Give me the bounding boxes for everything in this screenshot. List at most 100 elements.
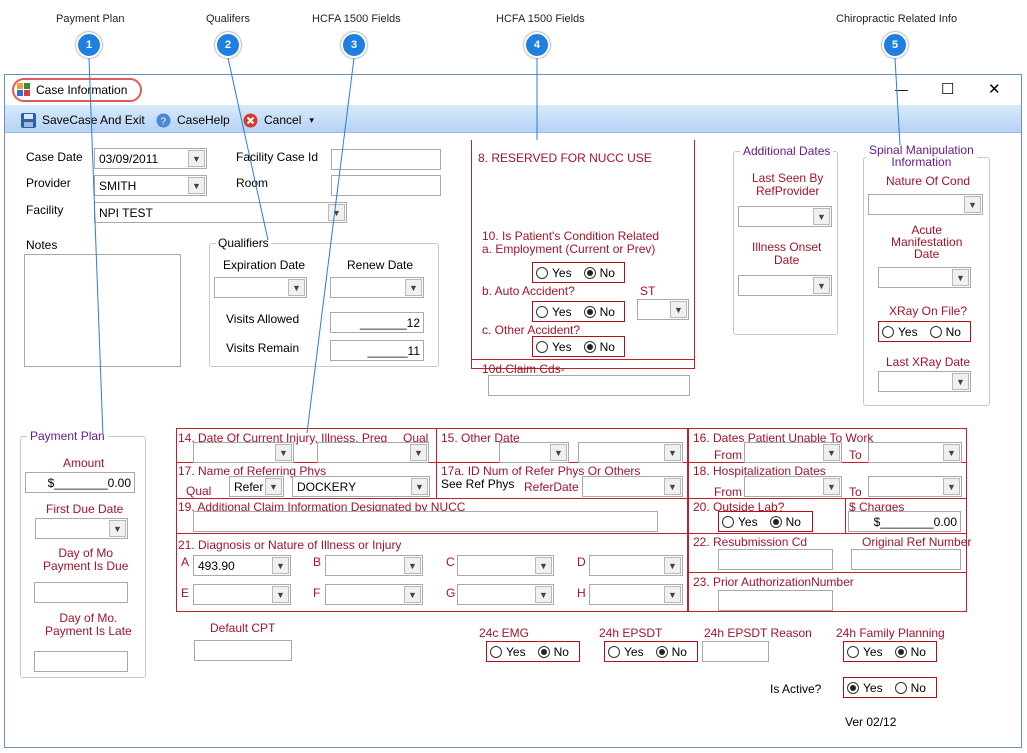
epsdt-yes-no[interactable]: Yes No [604,641,698,662]
day-late-input[interactable] [34,651,128,672]
original-ref-input[interactable] [851,549,961,570]
illness-onset-label: Illness Onset Date [752,240,822,267]
auto-accident-yes-no[interactable]: Yes No [532,301,625,322]
xray-yes-no[interactable]: Yes No [878,321,971,342]
first-due-date-picker[interactable]: ▼ [35,518,128,539]
family-planning-label: 24h Family Planning [836,626,945,640]
toolbar-overflow-icon[interactable]: ▾ [309,115,314,126]
is-active-yes-no[interactable]: Yes No [843,677,937,698]
xray-no-radio[interactable] [929,325,942,338]
f19-input[interactable] [193,511,658,532]
save-case-button[interactable]: SaveCase And Exit [21,111,145,129]
day-due-input[interactable] [34,582,128,603]
auto-yes-radio[interactable] [536,305,548,318]
f16-to-label: To [849,448,862,462]
callout-label-hcfa-3: HCFA 1500 Fields [312,13,401,25]
referring-phys-select[interactable]: DOCKERY ▼ [292,476,430,497]
f14-qual-select[interactable]: ▼ [317,442,429,463]
yes-label: Yes [506,644,526,659]
f18-from-picker[interactable]: ▼ [744,476,842,497]
employment-yes-no[interactable]: Yes No [532,262,625,283]
f23-label: 23. Prior AuthorizationNumber [693,575,854,589]
facility-select[interactable]: NPI TEST ▼ [94,202,347,223]
chevron-down-icon: ▼ [670,301,687,318]
notes-textarea[interactable] [24,254,181,367]
lab-yes-radio[interactable] [722,515,734,528]
default-cpt-input[interactable] [194,640,292,661]
case-date-picker[interactable]: 03/09/2011 ▼ [94,148,207,169]
xray-yes-radio[interactable] [882,325,894,338]
chevron-down-icon: ▼ [664,444,681,461]
state-select[interactable]: ▼ [637,299,689,320]
outside-lab-yes-no[interactable]: Yes No [718,511,813,532]
renew-date-picker[interactable]: ▼ [330,277,424,298]
f18-to-picker[interactable]: ▼ [868,476,962,497]
emg-yes-radio[interactable] [490,645,502,658]
acute-date-picker[interactable]: ▼ [878,267,971,288]
emg-yes-no[interactable]: Yes No [486,641,580,662]
room-input[interactable] [331,175,441,196]
visits-allowed-input[interactable]: _______12 [330,312,424,333]
refer-date-picker[interactable]: ▼ [582,476,683,497]
claim-codes-input[interactable] [488,375,690,396]
diag-a-select[interactable]: 493.90 ▼ [193,555,291,576]
f15-qual-select[interactable]: ▼ [499,442,569,463]
f16-from-picker[interactable]: ▼ [744,442,842,463]
last-seen-picker[interactable]: ▼ [738,206,832,227]
diag-letter-b: B [313,555,322,569]
app-icon [17,83,30,96]
auto-no-radio[interactable] [583,305,596,318]
diag-g-select[interactable]: ▼ [457,584,554,605]
charges-input[interactable]: $________0.00 [848,511,961,532]
family-yes-radio[interactable] [847,645,859,658]
other-yes-radio[interactable] [536,340,548,353]
epsdt-reason-input[interactable] [702,641,769,662]
f15-date-picker[interactable]: ▼ [578,442,683,463]
f17-refer-select[interactable]: Refer ▼ [229,476,284,497]
case-help-button[interactable]: ? CaseHelp [156,111,230,129]
family-planning-yes-no[interactable]: Yes No [843,641,937,662]
maximize-button[interactable]: ☐ [941,80,954,98]
diag-h-select[interactable]: ▼ [589,584,683,605]
expiration-date-picker[interactable]: ▼ [214,277,307,298]
facility-case-id-input[interactable] [331,149,441,170]
provider-select[interactable]: SMITH ▼ [94,175,207,196]
epsdt-yes-radio[interactable] [608,645,620,658]
other-no-radio[interactable] [583,340,596,353]
refer-date-label: ReferDate [524,480,579,494]
diag-b-select[interactable]: ▼ [325,555,423,576]
minimize-button[interactable]: — [895,82,908,97]
epsdt-no-radio[interactable] [655,645,668,658]
illness-onset-picker[interactable]: ▼ [738,275,832,296]
close-button[interactable]: ✕ [988,80,1001,98]
visits-remain-input[interactable]: ______11 [330,340,424,361]
diag-f-select[interactable]: ▼ [325,584,423,605]
divider [436,428,437,499]
diag-c-select[interactable]: ▼ [457,555,554,576]
diag-e-select[interactable]: ▼ [193,584,291,605]
amount-input[interactable]: $________0.00 [25,472,135,493]
nature-cond-select[interactable]: ▼ [868,194,983,215]
no-label: No [599,339,615,354]
cancel-label: Cancel [264,113,302,127]
employment-yes-radio[interactable] [536,266,548,279]
epsdt-reason-label: 24h EPSDT Reason [704,626,812,640]
prior-auth-input[interactable] [718,590,833,611]
employment-no-radio[interactable] [583,266,596,279]
callout-badge-1: 1 [76,32,102,58]
lab-no-radio[interactable] [769,515,782,528]
diag-d-select[interactable]: ▼ [589,555,683,576]
yes-label: Yes [898,324,918,339]
f16-to-picker[interactable]: ▼ [868,442,962,463]
day-due-label: Day of Mo Payment Is Due [43,546,129,573]
active-no-radio[interactable] [894,681,907,694]
last-xray-picker[interactable]: ▼ [878,371,971,392]
cancel-button[interactable]: Cancel ▾ [243,111,314,129]
other-accident-yes-no[interactable]: Yes No [532,336,625,357]
active-yes-radio[interactable] [847,681,859,694]
resubmission-input[interactable] [718,549,833,570]
divider [176,533,967,534]
family-no-radio[interactable] [894,645,907,658]
emg-no-radio[interactable] [537,645,550,658]
f14-date-picker[interactable]: ▼ [193,442,294,463]
